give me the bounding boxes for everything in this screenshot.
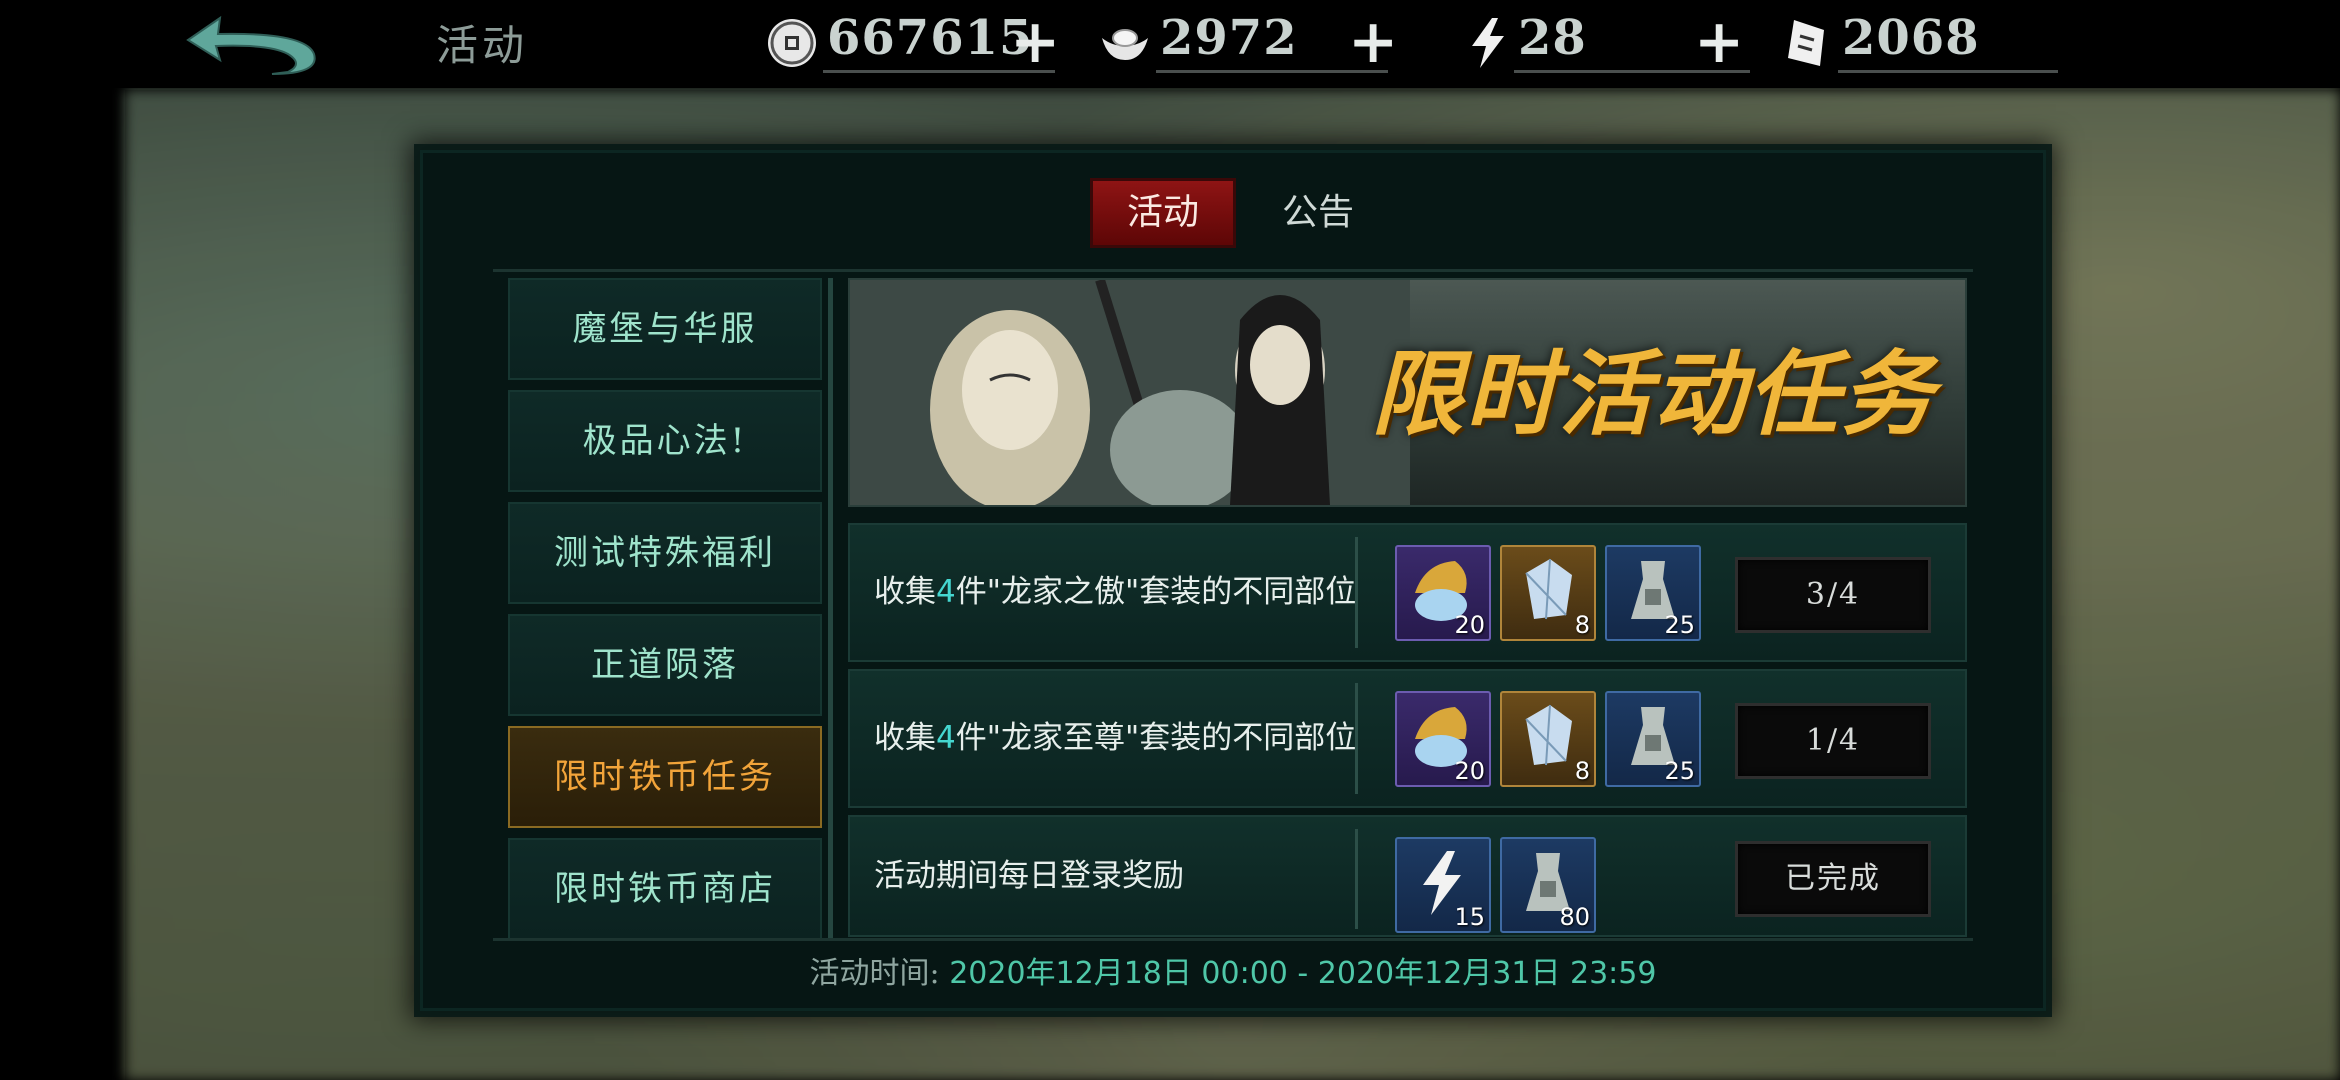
event-banner: 限时活动任务 <box>848 278 1967 507</box>
task-divider <box>1355 829 1358 929</box>
tab-activity[interactable]: 活动 <box>1093 181 1233 245</box>
coin-icon <box>768 19 816 67</box>
task-row: 活动期间每日登录奖励 15 80 已完成 <box>848 815 1967 937</box>
reward-item[interactable]: 25 <box>1605 545 1701 641</box>
ticket-icon <box>1788 20 1824 66</box>
add-silver-button[interactable]: + <box>1348 12 1398 72</box>
sidebar-item-righteous-fall[interactable]: 正道陨落 <box>508 614 822 716</box>
event-time: 活动时间: 2020年12月18日 00:00 - 2020年12月31日 23… <box>423 948 2043 992</box>
sidebar-divider <box>828 278 833 938</box>
reward-item[interactable]: 15 <box>1395 837 1491 933</box>
back-button[interactable] <box>180 10 320 80</box>
coin-value: 667615 <box>827 10 1034 66</box>
silver-ingot-icon <box>1102 29 1148 60</box>
resource-coin: 667615 + <box>765 6 1065 76</box>
add-coin-button[interactable]: + <box>1010 12 1060 72</box>
task-divider <box>1355 683 1358 794</box>
resource-ticket: 2068 <box>1780 6 2080 76</box>
reward-item[interactable]: 25 <box>1605 691 1701 787</box>
reward-item[interactable]: 80 <box>1500 837 1596 933</box>
reward-item[interactable]: 20 <box>1395 545 1491 641</box>
banner-characters-art <box>850 280 1410 505</box>
event-time-label: 活动时间: <box>809 956 940 991</box>
silver-value: 2972 <box>1160 10 1298 66</box>
top-bar: 活动 667615 + 2972 + 28 + 2068 <box>0 0 2340 88</box>
reward-item[interactable]: 8 <box>1500 691 1596 787</box>
page-title: 活动 <box>436 21 529 70</box>
reward-item[interactable]: 8 <box>1500 545 1596 641</box>
event-time-range: 2020年12月18日 00:00 - 2020年12月31日 23:59 <box>949 956 1657 991</box>
task-completed-status[interactable]: 已完成 <box>1735 841 1931 917</box>
add-stamina-button[interactable]: + <box>1694 12 1744 72</box>
task-progress-status[interactable]: 1/4 <box>1735 703 1931 779</box>
tab-notice[interactable]: 公告 <box>1263 181 1373 245</box>
tab-divider <box>493 269 1973 272</box>
lightning-icon <box>1472 18 1504 68</box>
resource-silver: 2972 + <box>1098 6 1398 76</box>
stamina-value: 28 <box>1518 10 1587 66</box>
sidebar-item-test-benefits[interactable]: 测试特殊福利 <box>508 502 822 604</box>
sidebar-item-premium-skill[interactable]: 极品心法! <box>508 390 822 492</box>
ticket-value: 2068 <box>1842 10 1980 66</box>
sidebar-item-iron-coin-shop[interactable]: 限时铁币商店 <box>508 838 822 940</box>
reward-item[interactable]: 20 <box>1395 691 1491 787</box>
resource-stamina: 28 + <box>1462 6 1762 76</box>
activity-panel: 活动 公告 魔堡与华服 极品心法! 测试特殊福利 正道陨落 限时铁币任务 限时铁… <box>420 150 2046 1011</box>
bottom-divider <box>493 938 1973 941</box>
task-description: 收集4件"龙家之傲"套装的不同部位 <box>874 574 1357 610</box>
ticket-underline <box>1838 70 2058 73</box>
banner-title: 限时活动任务 <box>1370 340 1935 448</box>
sidebar-item-castle-costume[interactable]: 魔堡与华服 <box>508 278 822 380</box>
task-row: 收集4件"龙家之傲"套装的不同部位 20 8 25 3/4 <box>848 523 1967 662</box>
back-arrow-icon <box>186 15 316 75</box>
task-description: 活动期间每日登录奖励 <box>874 858 1184 894</box>
task-divider <box>1355 537 1358 648</box>
sidebar-item-iron-coin-tasks[interactable]: 限时铁币任务 <box>508 726 822 828</box>
task-row: 收集4件"龙家至尊"套装的不同部位 20 8 25 1/4 <box>848 669 1967 808</box>
task-description: 收集4件"龙家至尊"套装的不同部位 <box>874 720 1357 756</box>
task-progress-status[interactable]: 3/4 <box>1735 557 1931 633</box>
